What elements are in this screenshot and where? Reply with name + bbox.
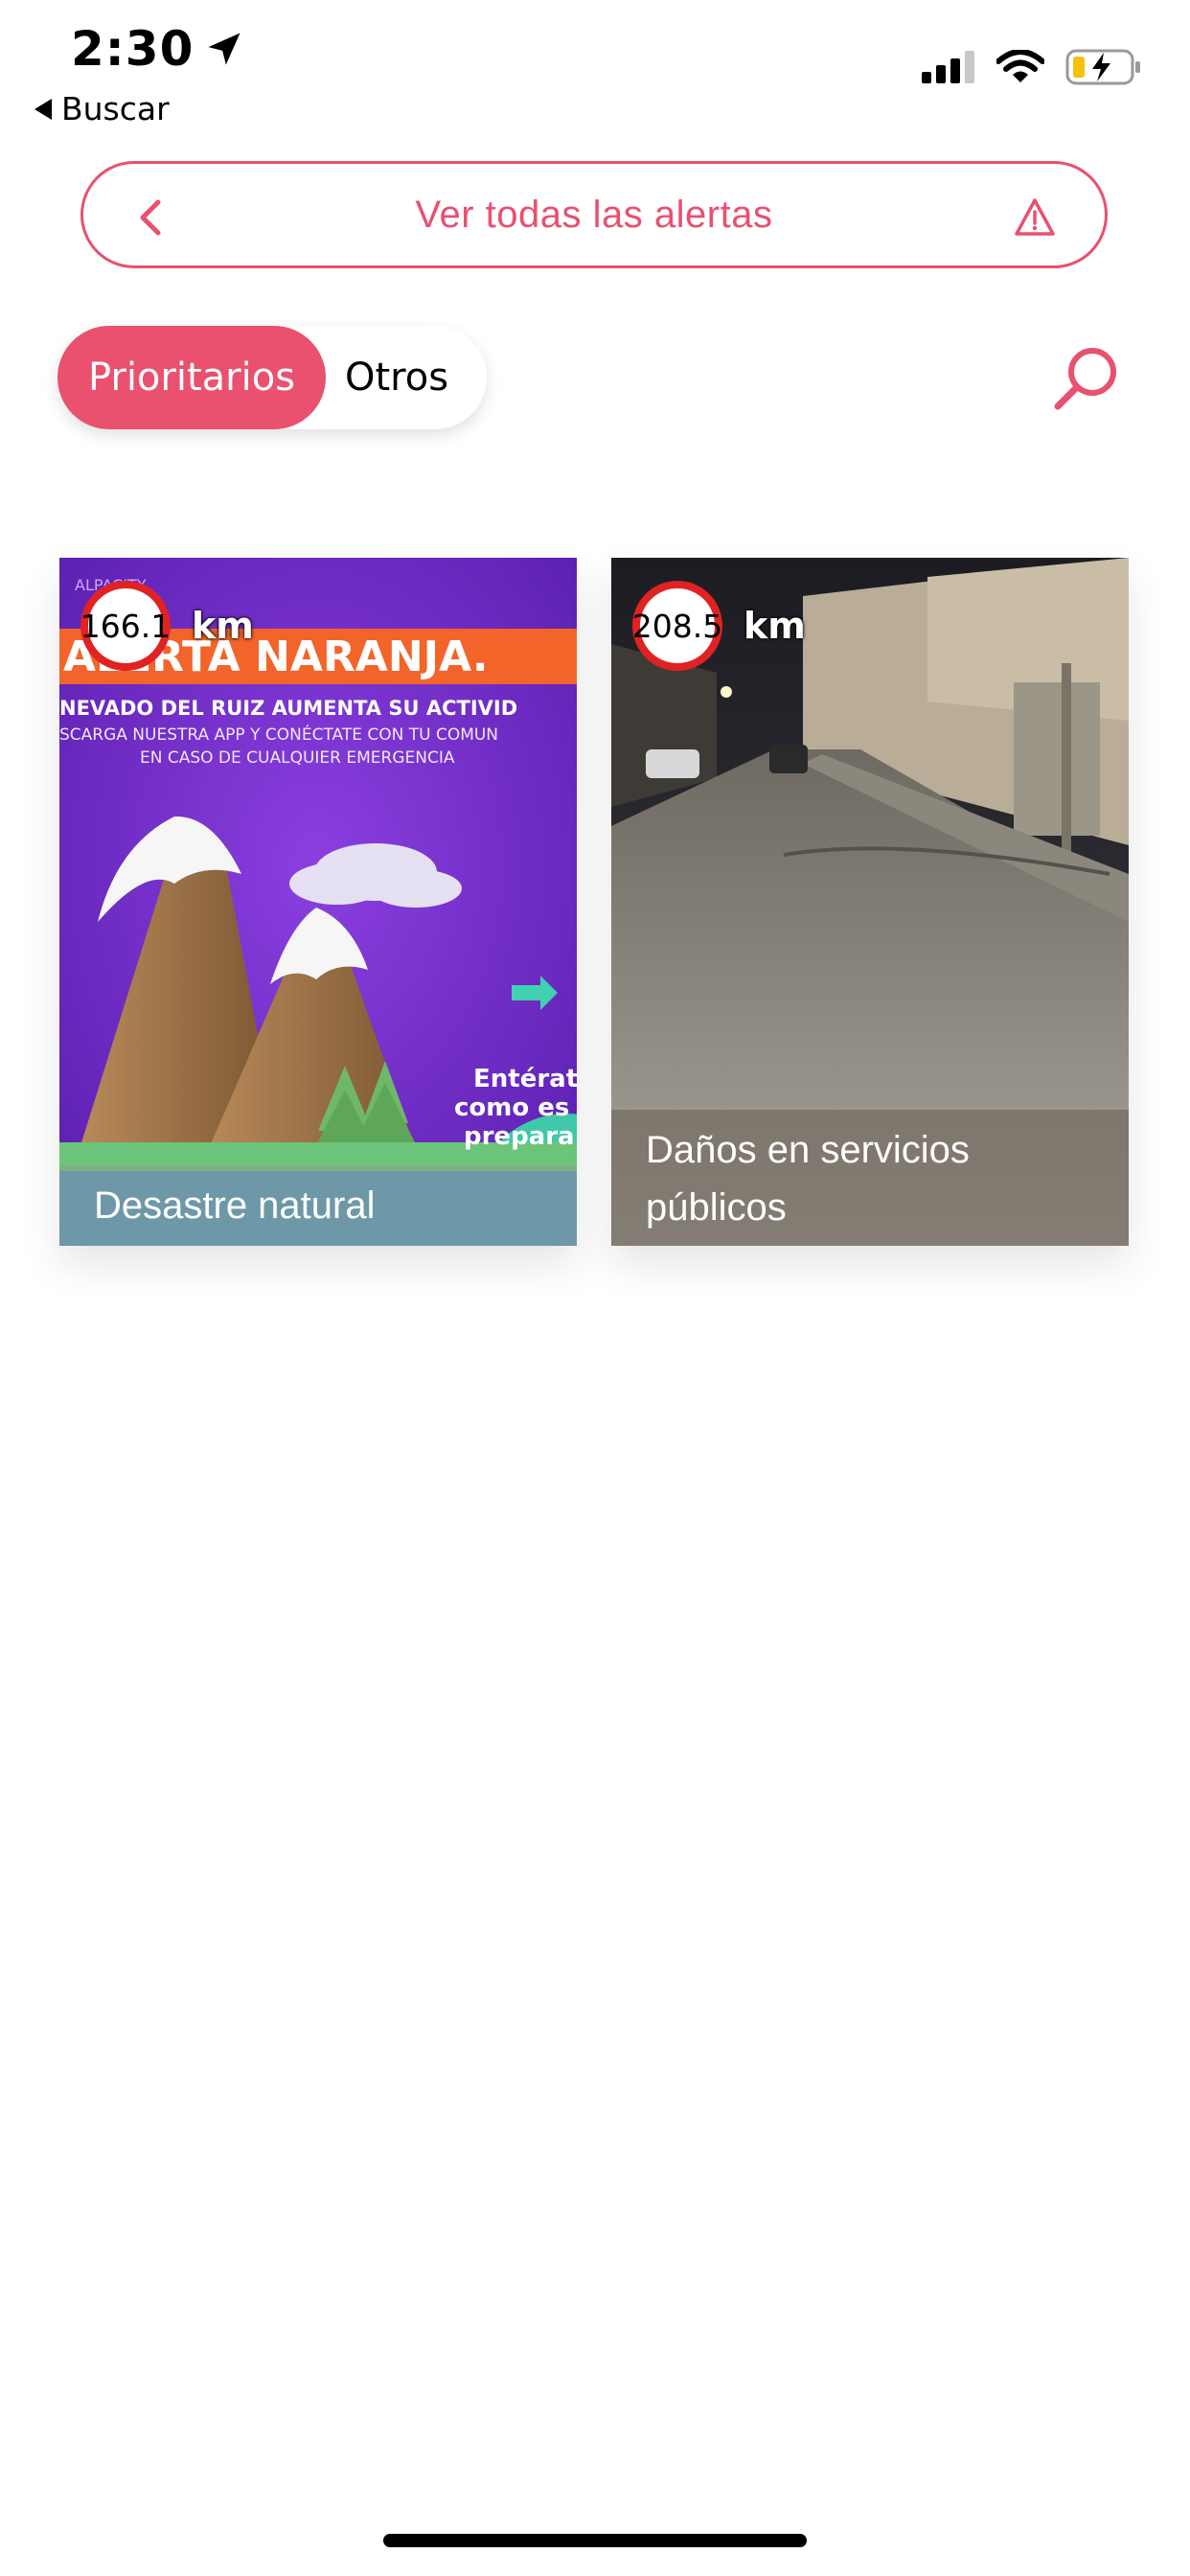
search-icon[interactable] (1050, 343, 1121, 414)
wifi-icon (996, 50, 1044, 82)
card-title: Desastre natural (59, 1165, 577, 1246)
alert-card-natural-disaster[interactable]: ALPACITY ALERTA NARANJA. NEVADO DEL RUIZ… (59, 558, 577, 1246)
back-link-label: Buscar (61, 90, 170, 127)
cellular-signal-icon (922, 51, 974, 83)
distance-badge: 208.5 km (632, 581, 806, 671)
distance-value: 208.5 (632, 581, 722, 671)
art-badge3-text: prepara (464, 1122, 575, 1151)
view-all-alerts-label: Ver todas las alertas (415, 193, 773, 236)
back-to-search-link[interactable]: Buscar (34, 90, 170, 127)
battery-charging-icon (1065, 49, 1140, 85)
category-segmented-control: Prioritarios Otros (57, 326, 487, 429)
art-line3-text: EN CASO DE CUALQUIER EMERGENCIA (140, 748, 455, 768)
distance-value: 166.1 (80, 581, 171, 671)
status-icons (922, 48, 1142, 86)
location-arrow-icon (208, 33, 240, 65)
chevron-left-icon[interactable] (129, 195, 175, 241)
distance-unit: km (744, 605, 806, 647)
distance-unit: km (192, 605, 254, 647)
back-triangle-icon (34, 98, 52, 120)
art-badge2-text: como es (454, 1093, 569, 1122)
art-badge1-text: Entérat (473, 1065, 577, 1093)
card-title: Daños en servicios públicos (611, 1110, 1129, 1246)
view-all-alerts-button[interactable]: Ver todas las alertas (80, 161, 1108, 268)
distance-badge: 166.1 km (80, 581, 254, 671)
tab-prioritarios[interactable]: Prioritarios (57, 326, 326, 429)
art-line1-text: NEVADO DEL RUIZ AUMENTA SU ACTIVID (59, 697, 517, 720)
tab-otros[interactable]: Otros (345, 326, 487, 429)
art-line2-text: SCARGA NUESTRA APP Y CONÉCTATE CON TU CO… (59, 724, 498, 745)
alert-card-public-services[interactable]: 208.5 km Daños en servicios públicos (611, 558, 1129, 1246)
warning-triangle-icon (1015, 198, 1055, 236)
status-time-text: 2:30 (71, 21, 195, 77)
home-indicator[interactable] (383, 2534, 807, 2547)
status-time: 2:30 (71, 21, 245, 77)
